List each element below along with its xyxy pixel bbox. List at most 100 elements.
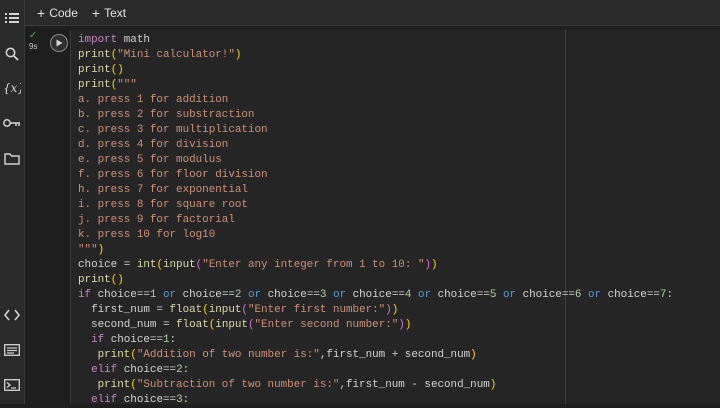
- code-line: d. press 4 for division: [78, 138, 673, 153]
- code-token: or: [163, 289, 177, 301]
- variables-icon[interactable]: {x}: [0, 78, 24, 98]
- key-icon[interactable]: [0, 113, 24, 133]
- code-token: choice==: [176, 289, 235, 301]
- code-token: print: [97, 379, 131, 391]
- code-line: i. press 8 for square root: [78, 198, 673, 213]
- code-token: choice==: [261, 289, 320, 301]
- code-token: choice==: [516, 289, 575, 301]
- code-token: "Mini calculator!": [117, 49, 235, 61]
- code-line: k. press 10 for log10: [78, 228, 673, 243]
- code-token: :: [182, 394, 190, 406]
- code-token: print: [78, 79, 111, 91]
- code-token: choice =: [78, 259, 137, 271]
- code-line: if choice==1:: [78, 333, 673, 348]
- code-token: j. press 9 for factorial: [78, 214, 235, 226]
- code-line: print(): [78, 273, 673, 288]
- cell-gutter: ✓ 9s: [25, 26, 70, 404]
- run-cell-button[interactable]: [50, 34, 68, 52]
- code-line: elif choice==3:: [78, 393, 673, 408]
- code-token: elif: [91, 364, 118, 376]
- code-token: print: [78, 64, 111, 76]
- code-token: first_num =: [78, 304, 170, 316]
- code-editor[interactable]: import math print("Mini calculator!") prin…: [78, 33, 673, 408]
- code-token: "Addition of two number is:": [136, 349, 320, 361]
- menu-icon[interactable]: [0, 8, 24, 28]
- code-cell[interactable]: import math print("Mini calculator!") prin…: [70, 30, 720, 406]
- code-token: b. press 2 for substraction: [78, 109, 255, 121]
- code-token: "Enter second number:": [254, 319, 399, 331]
- code-token: c. press 3 for multiplication: [78, 124, 268, 136]
- code-token: or: [418, 289, 432, 301]
- code-token: input: [208, 304, 242, 316]
- code-line: b. press 2 for substraction: [78, 108, 673, 123]
- code-line: j. press 9 for factorial: [78, 213, 673, 228]
- code-token: choice==: [91, 289, 150, 301]
- code-token: if: [91, 334, 105, 346]
- code-token: second_num =: [78, 319, 177, 331]
- code-line: if choice==1 or choice==2 or choice==3 o…: [78, 288, 673, 303]
- execution-success-icon: ✓: [29, 30, 38, 41]
- code-token: h. press 7 for exponential: [78, 184, 248, 196]
- code-token: i. press 8 for square root: [78, 199, 248, 211]
- code-token: math: [117, 34, 150, 46]
- code-token: :: [182, 364, 190, 376]
- code-token: (): [110, 274, 124, 286]
- left-sidebar: {x}: [0, 0, 25, 404]
- code-token: "Enter first number:": [247, 304, 386, 316]
- code-line: elif choice==2:: [78, 363, 673, 378]
- code-line: import math: [78, 33, 673, 48]
- code-line: """): [78, 243, 673, 258]
- code-token: ): [391, 304, 399, 316]
- code-token: (): [110, 64, 124, 76]
- code-token: ,first_num - second_num: [339, 379, 490, 391]
- search-icon[interactable]: [0, 44, 24, 64]
- code-token: ): [489, 379, 497, 391]
- code-token: int: [136, 259, 157, 271]
- code-token: float: [169, 304, 203, 316]
- code-line: choice = int(input("Enter any integer fr…: [78, 258, 673, 273]
- code-line: h. press 7 for exponential: [78, 183, 673, 198]
- code-line: print(): [78, 63, 673, 78]
- code-token: choice==: [346, 289, 405, 301]
- command-palette-icon[interactable]: [0, 340, 24, 360]
- add-text-cell-button[interactable]: + Text: [92, 6, 126, 20]
- code-line: print("Subtraction of two number is:",fi…: [78, 378, 673, 393]
- code-token: import: [78, 34, 118, 46]
- add-code-cell-button[interactable]: + Code: [37, 6, 78, 20]
- code-token: "Subtraction of two number is:": [136, 379, 340, 391]
- code-line: print(""": [78, 78, 673, 93]
- code-token: :: [666, 289, 673, 301]
- code-token: choice==: [601, 289, 660, 301]
- code-token: choice==: [104, 334, 163, 346]
- code-token: print: [78, 274, 111, 286]
- code-token: input: [215, 319, 248, 331]
- terminal-icon[interactable]: [0, 375, 24, 395]
- code-token: print: [97, 349, 131, 361]
- code-token: """: [78, 244, 98, 256]
- folder-icon[interactable]: [0, 148, 24, 168]
- code-token: choice==: [117, 394, 177, 406]
- code-token: f. press 6 for floor division: [78, 169, 268, 181]
- code-token: or: [248, 289, 262, 301]
- add-text-label: Text: [104, 5, 127, 20]
- code-token: ): [97, 244, 105, 256]
- code-line: e. press 5 for modulus: [78, 153, 673, 168]
- code-token: ): [430, 259, 438, 271]
- notebook-toolbar: + Code + Text: [25, 0, 720, 26]
- code-token: choice==: [117, 364, 177, 376]
- execution-time: 9s: [29, 42, 38, 51]
- code-token: ): [234, 49, 242, 61]
- code-line: second_num = float(input("Enter second n…: [78, 318, 673, 333]
- code-token: e. press 5 for modulus: [78, 154, 222, 166]
- code-brackets-icon[interactable]: [0, 305, 24, 325]
- code-token: or: [503, 289, 517, 301]
- code-token: choice==: [431, 289, 490, 301]
- code-token: ,first_num + second_num: [319, 349, 471, 361]
- code-token: :: [169, 334, 177, 346]
- code-line: first_num = float(input("Enter first num…: [78, 303, 673, 318]
- code-token: elif: [91, 394, 118, 406]
- plus-icon: +: [37, 4, 46, 21]
